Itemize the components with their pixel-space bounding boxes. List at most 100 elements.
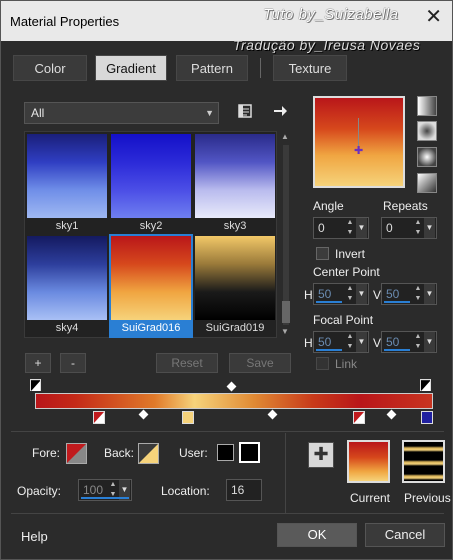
user-swatch-black[interactable]	[217, 444, 234, 461]
focal-point-label: Focal Point	[313, 313, 374, 327]
tab-pattern[interactable]: Pattern	[176, 55, 248, 81]
fore-swatch[interactable]	[66, 443, 87, 464]
add-swatch-button[interactable]: ✚	[308, 442, 334, 468]
spin-updown-icon[interactable]: ▲ ▼	[344, 218, 356, 238]
linear-style-button[interactable]	[417, 96, 437, 116]
remove-gradient-button[interactable]: -	[60, 353, 86, 373]
color-midpoint[interactable]	[386, 409, 397, 420]
gradient-item-sky4[interactable]: sky4	[27, 236, 107, 336]
scroll-track	[283, 145, 289, 325]
spin-updown-icon[interactable]: ▲ ▼	[412, 332, 424, 352]
invert-checkbox[interactable]	[316, 247, 329, 260]
link-checkbox[interactable]	[316, 357, 329, 370]
value-bar	[384, 301, 410, 303]
gradient-preview[interactable]: ✚	[313, 96, 405, 188]
chevron-down-icon[interactable]: ▼	[424, 284, 435, 304]
gradient-swatch	[195, 134, 275, 218]
color-midpoint[interactable]	[138, 409, 149, 420]
link-label: Link	[335, 357, 358, 371]
sunburst-style-button[interactable]	[417, 173, 437, 193]
opacity-label: Opacity:	[17, 484, 62, 498]
tab-texture[interactable]: Texture	[273, 55, 347, 81]
transparency-stop-left[interactable]	[30, 379, 41, 391]
repeats-value: 0	[386, 221, 393, 235]
location-field[interactable]: 16	[226, 479, 262, 501]
gradient-item-sky3[interactable]: sky3	[195, 134, 275, 234]
center-v-value: 50	[386, 287, 400, 301]
chevron-down-icon[interactable]: ▼	[424, 332, 435, 352]
transparency-midpoint[interactable]	[226, 381, 237, 392]
back-swatch[interactable]	[138, 443, 159, 464]
opacity-value: 100	[83, 483, 104, 497]
value-bar	[316, 349, 342, 351]
window-title: Material Properties	[10, 14, 120, 29]
divider	[11, 513, 444, 514]
repeats-label: Repeats	[383, 199, 428, 213]
spin-updown-icon[interactable]: ▲ ▼	[344, 284, 356, 304]
angle-label: Angle	[313, 199, 344, 213]
color-stop-red-left[interactable]	[93, 411, 105, 424]
transparency-stop-right[interactable]	[420, 379, 431, 391]
gradient-item-label: sky3	[223, 220, 247, 232]
close-icon[interactable]: ✕	[425, 7, 442, 27]
previous-label: Previous	[404, 491, 451, 505]
scroll-down-icon[interactable]: ▼	[281, 327, 289, 336]
current-swatch[interactable]	[347, 440, 390, 483]
scroll-up-icon[interactable]: ▲	[281, 132, 289, 141]
angle-spinner[interactable]: 0 ▲ ▼ ▼	[313, 217, 369, 239]
arrow-right-icon[interactable]	[271, 103, 289, 121]
location-value: 16	[231, 483, 245, 497]
scroll-thumb[interactable]	[282, 301, 290, 323]
opacity-spinner[interactable]: 100 ▲ ▼ ▼	[78, 479, 132, 501]
gradient-item-suigrad019[interactable]: SuiGrad019	[195, 236, 275, 336]
user-swatch-white[interactable]	[239, 442, 260, 463]
gradient-item-label: sky2	[139, 220, 163, 232]
library-list-icon[interactable]	[236, 103, 254, 121]
cancel-button[interactable]: Cancel	[365, 523, 445, 547]
help-link[interactable]: Help	[21, 529, 48, 544]
value-bar	[384, 349, 410, 351]
current-label: Current	[350, 491, 391, 505]
rectangular-style-button[interactable]	[417, 121, 437, 141]
color-stop-red-right[interactable]	[353, 411, 365, 424]
color-stop-end[interactable]	[421, 411, 433, 424]
gradient-item-label: sky1	[55, 220, 79, 232]
focal-v-value: 50	[386, 335, 400, 349]
category-select[interactable]: All ▼	[24, 102, 219, 124]
gradient-bar[interactable]	[35, 393, 433, 409]
center-v-spinner[interactable]: 50 ▲ ▼ ▼	[381, 283, 437, 305]
gradient-swatch	[27, 236, 107, 320]
spin-updown-icon[interactable]: ▲ ▼	[344, 332, 356, 352]
spin-updown-icon[interactable]: ▲ ▼	[412, 218, 424, 238]
gradient-item-sky2[interactable]: sky2	[111, 134, 191, 234]
chevron-down-icon[interactable]: ▼	[424, 218, 435, 238]
chevron-down-icon[interactable]: ▼	[356, 332, 367, 352]
color-stop-gold[interactable]	[182, 411, 194, 424]
gradient-item-suigrad016[interactable]: SuiGrad016	[109, 234, 193, 338]
color-midpoint[interactable]	[267, 409, 278, 420]
gradient-item-sky1[interactable]: sky1	[27, 134, 107, 234]
previous-swatch[interactable]	[402, 440, 445, 483]
back-label: Back:	[104, 446, 135, 460]
center-h-spinner[interactable]: 50 ▲ ▼ ▼	[313, 283, 369, 305]
focal-v-spinner[interactable]: 50 ▲ ▼ ▼	[381, 331, 437, 353]
save-gradient-button[interactable]: Save	[229, 353, 291, 373]
library-scrollbar[interactable]: ▲ ▼	[280, 131, 292, 338]
chevron-down-icon[interactable]: ▼	[356, 218, 367, 238]
tab-color[interactable]: Color	[13, 55, 87, 81]
ok-button[interactable]: OK	[277, 523, 357, 547]
center-h-label: H	[304, 288, 313, 302]
radial-style-button[interactable]	[417, 147, 437, 167]
tab-gradient[interactable]: Gradient	[95, 55, 167, 81]
repeats-spinner[interactable]: 0 ▲ ▼ ▼	[381, 217, 437, 239]
gradient-swatch	[111, 134, 191, 218]
focal-h-spinner[interactable]: 50 ▲ ▼ ▼	[313, 331, 369, 353]
user-label: User:	[179, 446, 208, 460]
add-gradient-button[interactable]: +	[25, 353, 51, 373]
spin-updown-icon[interactable]: ▲ ▼	[412, 284, 424, 304]
center-point-label: Center Point	[313, 265, 380, 279]
tab-divider	[260, 58, 261, 78]
gradient-library: sky1 sky2 sky3 sky4 SuiGrad016 SuiGrad01…	[24, 131, 277, 338]
chevron-down-icon[interactable]: ▼	[356, 284, 367, 304]
reset-button[interactable]: Reset	[156, 353, 218, 373]
